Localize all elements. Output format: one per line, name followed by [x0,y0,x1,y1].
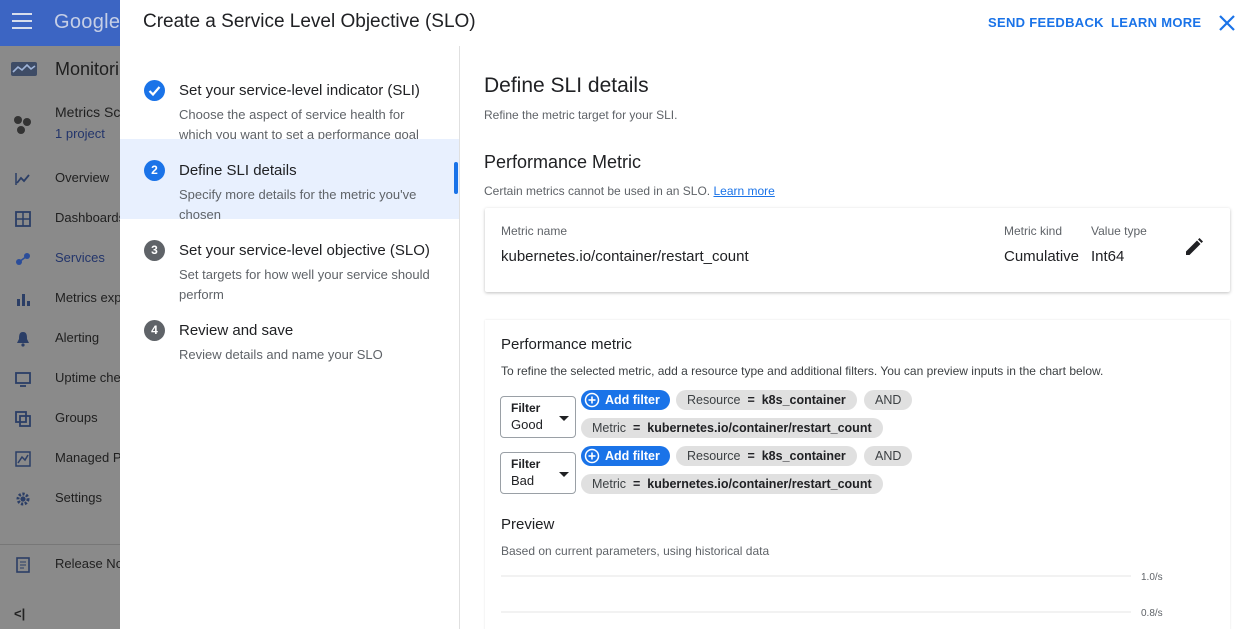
metric-filter-chip[interactable]: Metric = kubernetes.io/container/restart… [581,474,883,494]
dropdown-arrow-icon [559,472,569,477]
background-app-sidebar: Monitoring Metrics Scope 1 project Overv… [0,46,120,629]
card-description: To refine the selected metric, add a res… [501,364,1104,378]
sli-details-panel: Define SLI details Refine the metric tar… [460,46,1260,629]
dashboard-icon [15,211,31,227]
services-icon [16,253,30,265]
add-filter-button[interactable]: Add filter [581,446,670,466]
step-title: Set your service-level indicator (SLI) [179,82,420,99]
bad-filter-select[interactable]: Filter Bad [500,452,576,494]
scrollbar-thumb[interactable] [454,162,458,194]
page-title: Define SLI details [484,74,649,97]
step-number: 3 [144,240,165,261]
collapse-sidebar-icon: <| [14,606,26,621]
prometheus-icon [15,451,31,467]
step-title: Review and save [179,322,294,339]
resource-filter-chip[interactable]: Resource = k8s_container [676,446,857,466]
y-tick-label: 0.8/s [1141,608,1163,619]
gear-icon [16,492,30,506]
nav-item-release-notes: Release Notes [0,547,120,581]
metrics-scope: Metrics Scope 1 project [0,98,120,144]
step-set-sli[interactable]: Set your service-level indicator (SLI) C… [120,59,459,142]
metrics-scope-title: Metrics Scope [55,104,120,120]
product-title: Monitoring [55,59,120,79]
filter-value: Bad [511,473,535,488]
preview-chart: 1.0/s 0.8/s [501,572,1163,619]
step-number: 2 [144,160,165,181]
y-tick-label: 1.0/s [1141,572,1163,583]
step-review-and-save[interactable]: 4 Review and save Review details and nam… [120,299,459,379]
filter-label: Filter [511,457,541,471]
google-logo: Google [54,11,121,33]
add-filter-label: Add filter [605,449,660,463]
page-subtitle: Refine the metric target for your SLI. [484,108,678,122]
sidebar-divider [0,544,120,545]
add-filter-label: Add filter [605,393,660,407]
dialog-title: Create a Service Level Objective (SLO) [143,11,476,32]
release-notes-icon [16,557,30,573]
check-icon [144,80,165,101]
dialog-header: Create a Service Level Objective (SLO) S… [120,0,1260,46]
learn-more-link[interactable]: Learn more [713,184,774,198]
metric-name-label: Metric name [501,224,568,238]
nav-item-overview: Overview [0,161,120,195]
nav-item-managed-prometheus: Managed Prometheus [0,441,120,475]
metric-filter-chip[interactable]: Metric = kubernetes.io/container/restart… [581,418,883,438]
monitoring-icon [11,62,37,76]
learn-more-button[interactable]: LEARN MORE [1111,15,1201,30]
resource-filter-chip[interactable]: Resource = k8s_container [676,390,857,410]
slo-stepper: Set your service-level indicator (SLI) C… [120,46,460,629]
and-operator-chip[interactable]: AND [864,390,913,410]
add-filter-button[interactable]: Add filter [581,390,670,410]
card-title: Performance metric [501,336,632,353]
step-title: Define SLI details [179,162,297,179]
filter-label: Filter [511,401,541,415]
nav-item-settings: Settings [0,481,120,515]
hamburger-menu-icon [12,13,32,33]
performance-metric-card: Performance metric To refine the selecte… [485,320,1230,629]
bell-icon [17,332,29,347]
create-slo-dialog: Create a Service Level Objective (SLO) S… [120,0,1260,629]
metric-summary-card: Metric name kubernetes.io/container/rest… [485,208,1230,292]
section-title: Performance Metric [484,152,642,172]
nav-item-dashboards: Dashboards [0,201,120,235]
close-icon[interactable] [1216,12,1238,34]
step-set-slo[interactable]: 3 Set your service-level objective (SLO)… [120,219,459,302]
section-note: Certain metrics cannot be used in an SLO… [484,184,775,198]
nav-item-metrics-explorer: Metrics explorer [0,281,120,315]
metric-name-value: kubernetes.io/container/restart_count [501,248,749,265]
metric-kind-label: Metric kind [1004,224,1063,238]
product-header: Monitoring [0,46,120,92]
preview-title: Preview [501,516,555,533]
bar-chart-icon [17,294,30,306]
metrics-scope-sub: 1 project [55,126,105,141]
groups-icon [15,411,31,427]
hexagon-cluster-icon [14,116,31,134]
nav-item-services: Services [0,241,120,275]
nav-item-uptime-checks: Uptime checks [0,361,120,395]
monitor-icon [15,372,31,387]
nav-item-groups: Groups [0,401,120,435]
add-circle-icon [584,392,600,408]
section-note-text: Certain metrics cannot be used in an SLO… [484,184,711,198]
step-define-sli-details[interactable]: 2 Define SLI details Specify more detail… [120,139,459,222]
step-description: Review details and name your SLO [179,347,383,362]
add-circle-icon [584,448,600,464]
good-filter-select[interactable]: Filter Good [500,396,576,438]
value-type-value: Int64 [1091,248,1125,265]
metric-kind-value: Cumulative [1004,248,1080,265]
value-type-label: Value type [1091,224,1147,238]
and-operator-chip[interactable]: AND [864,446,913,466]
nav-item-alerting: Alerting [0,321,120,355]
dropdown-arrow-icon [559,416,569,421]
edit-pencil-icon[interactable] [1183,236,1205,258]
preview-description: Based on current parameters, using histo… [501,544,770,558]
send-feedback-button[interactable]: SEND FEEDBACK [988,15,1104,30]
step-number: 4 [144,320,165,341]
filter-value: Good [511,417,543,432]
chart-line-icon [15,173,30,185]
step-title: Set your service-level objective (SLO) [179,242,430,259]
